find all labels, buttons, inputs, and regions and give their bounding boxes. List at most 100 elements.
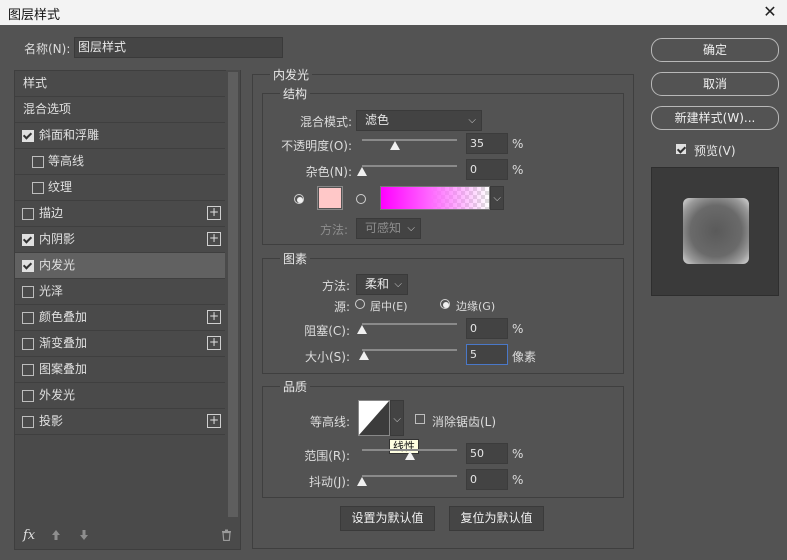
method-label-disabled: 方法: xyxy=(319,223,348,237)
chevron-down-icon: ⌵ xyxy=(393,414,401,425)
source-edge-radio[interactable] xyxy=(440,299,450,309)
add-gradient-overlay-icon[interactable]: + xyxy=(207,336,221,350)
close-icon[interactable]: ✕ xyxy=(759,1,781,23)
chevron-down-icon: ⌵ xyxy=(468,115,476,126)
size-input[interactable]: 5 xyxy=(466,344,508,365)
gradient-dropdown[interactable]: ⌵ xyxy=(490,186,504,210)
sidebar-item-stroke[interactable]: 描边 + xyxy=(15,201,225,227)
chevron-down-icon: ⌵ xyxy=(394,279,402,290)
checkbox-bevel-emboss[interactable] xyxy=(22,130,34,142)
glow-color-fill xyxy=(319,188,341,208)
sidebar-item-gradient-overlay[interactable]: 渐变叠加 + xyxy=(15,331,225,357)
sidebar-item-color-overlay[interactable]: 颜色叠加 + xyxy=(15,305,225,331)
opacity-slider-thumb[interactable] xyxy=(390,141,401,150)
checkbox-stroke[interactable] xyxy=(22,208,34,220)
opacity-slider-track[interactable] xyxy=(362,139,457,141)
jitter-slider-track[interactable] xyxy=(362,475,457,477)
checkbox-pattern-overlay[interactable] xyxy=(22,364,34,376)
contour-label: 等高线: xyxy=(309,415,350,429)
jitter-input[interactable]: 0 xyxy=(466,469,508,490)
sidebar-item-label: 内阴影 xyxy=(39,232,76,246)
styles-list: 样式 混合选项 斜面和浮雕 等高线 纹理 描边 + 内阴影 + 内发光 光泽 颜… xyxy=(14,70,241,550)
sidebar-item-drop-shadow[interactable]: 投影 + xyxy=(15,409,225,435)
choke-slider-track[interactable] xyxy=(362,323,457,325)
move-up-icon[interactable] xyxy=(51,529,61,544)
fx-icon[interactable]: fx xyxy=(23,528,35,543)
noise-input[interactable]: 0 xyxy=(466,159,508,180)
styles-scrollbar-thumb[interactable] xyxy=(228,72,238,517)
new-style-button[interactable]: 新建样式(W)... xyxy=(651,106,779,130)
range-input[interactable]: 50 xyxy=(466,443,508,464)
source-edge-label: 边缘(G) xyxy=(456,300,496,313)
antialias-checkbox[interactable] xyxy=(415,414,425,424)
size-slider-track[interactable] xyxy=(362,349,457,351)
set-default-button[interactable]: 设置为默认值 xyxy=(340,506,435,531)
sidebar-item-styles[interactable]: 样式 xyxy=(15,71,225,97)
elements-method-value: 柔和 xyxy=(365,277,390,291)
sidebar-item-pattern-overlay[interactable]: 图案叠加 xyxy=(15,357,225,383)
sidebar-item-label: 外发光 xyxy=(39,388,76,402)
technique-value: 可感知 xyxy=(365,221,402,235)
jitter-slider-thumb[interactable] xyxy=(357,477,367,486)
preview-label: 预览(V) xyxy=(694,144,736,158)
size-label: 大小(S): xyxy=(304,350,350,364)
noise-slider-thumb[interactable] xyxy=(357,167,367,176)
technique-select: 可感知 ⌵ xyxy=(356,218,421,239)
contour-thumbnail[interactable] xyxy=(358,400,390,436)
choke-input[interactable]: 0 xyxy=(466,318,508,339)
sidebar-item-outer-glow[interactable]: 外发光 xyxy=(15,383,225,409)
checkbox-color-overlay[interactable] xyxy=(22,312,34,324)
opacity-label: 不透明度(O): xyxy=(281,139,352,153)
sidebar-item-label: 斜面和浮雕 xyxy=(39,128,100,142)
preview-checkbox[interactable] xyxy=(676,144,686,154)
solid-color-radio[interactable] xyxy=(294,194,304,204)
title-bar: 图层样式 ✕ xyxy=(0,0,787,25)
add-inner-shadow-icon[interactable]: + xyxy=(207,232,221,246)
sidebar-item-contour[interactable]: 等高线 xyxy=(15,149,225,175)
move-down-icon[interactable] xyxy=(79,529,89,544)
sidebar-item-inner-glow[interactable]: 内发光 xyxy=(15,253,225,279)
sidebar-item-satin[interactable]: 光泽 xyxy=(15,279,225,305)
sidebar-item-blending-options[interactable]: 混合选项 xyxy=(15,97,225,123)
cancel-button[interactable]: 取消 xyxy=(651,72,779,96)
sidebar-item-texture[interactable]: 纹理 xyxy=(15,175,225,201)
contour-dropdown[interactable]: ⌵ xyxy=(390,400,404,436)
add-drop-shadow-icon[interactable]: + xyxy=(207,414,221,428)
range-slider-thumb[interactable] xyxy=(404,451,415,460)
source-center-label: 居中(E) xyxy=(370,300,408,313)
checkbox-inner-glow[interactable] xyxy=(22,260,34,272)
glow-color-swatch[interactable] xyxy=(317,186,343,210)
sidebar-item-label: 光泽 xyxy=(39,284,64,298)
blend-mode-value: 滤色 xyxy=(365,113,390,127)
source-center-radio[interactable] xyxy=(355,299,365,309)
gradient-radio[interactable] xyxy=(356,194,366,204)
checkbox-satin[interactable] xyxy=(22,286,34,298)
choke-slider-thumb[interactable] xyxy=(357,325,367,334)
trash-icon[interactable] xyxy=(221,529,232,544)
checkbox-contour[interactable] xyxy=(32,156,44,168)
sidebar-item-inner-shadow[interactable]: 内阴影 + xyxy=(15,227,225,253)
sidebar-item-bevel-emboss[interactable]: 斜面和浮雕 xyxy=(15,123,225,149)
noise-slider-track[interactable] xyxy=(362,165,457,167)
size-slider-thumb[interactable] xyxy=(358,351,369,360)
opacity-input[interactable]: 35 xyxy=(466,133,508,154)
ok-button[interactable]: 确定 xyxy=(651,38,779,62)
jitter-unit: % xyxy=(512,473,524,487)
elements-method-select[interactable]: 柔和 ⌵ xyxy=(356,274,408,295)
name-input[interactable]: 图层样式 xyxy=(74,37,283,58)
checkbox-gradient-overlay[interactable] xyxy=(22,338,34,350)
section-title: 内发光 xyxy=(270,66,313,83)
add-color-overlay-icon[interactable]: + xyxy=(207,310,221,324)
quality-title: 品质 xyxy=(280,378,311,395)
gradient-picker[interactable] xyxy=(380,186,490,210)
choke-label: 阻塞(C): xyxy=(304,324,350,338)
blend-mode-select[interactable]: 滤色 ⌵ xyxy=(356,110,482,131)
sidebar-item-label: 颜色叠加 xyxy=(39,310,88,324)
checkbox-inner-shadow[interactable] xyxy=(22,234,34,246)
checkbox-texture[interactable] xyxy=(32,182,44,194)
add-stroke-icon[interactable]: + xyxy=(207,206,221,220)
checkbox-outer-glow[interactable] xyxy=(22,390,34,402)
reset-default-button[interactable]: 复位为默认值 xyxy=(449,506,544,531)
sidebar-item-label: 渐变叠加 xyxy=(39,336,88,350)
checkbox-drop-shadow[interactable] xyxy=(22,416,34,428)
